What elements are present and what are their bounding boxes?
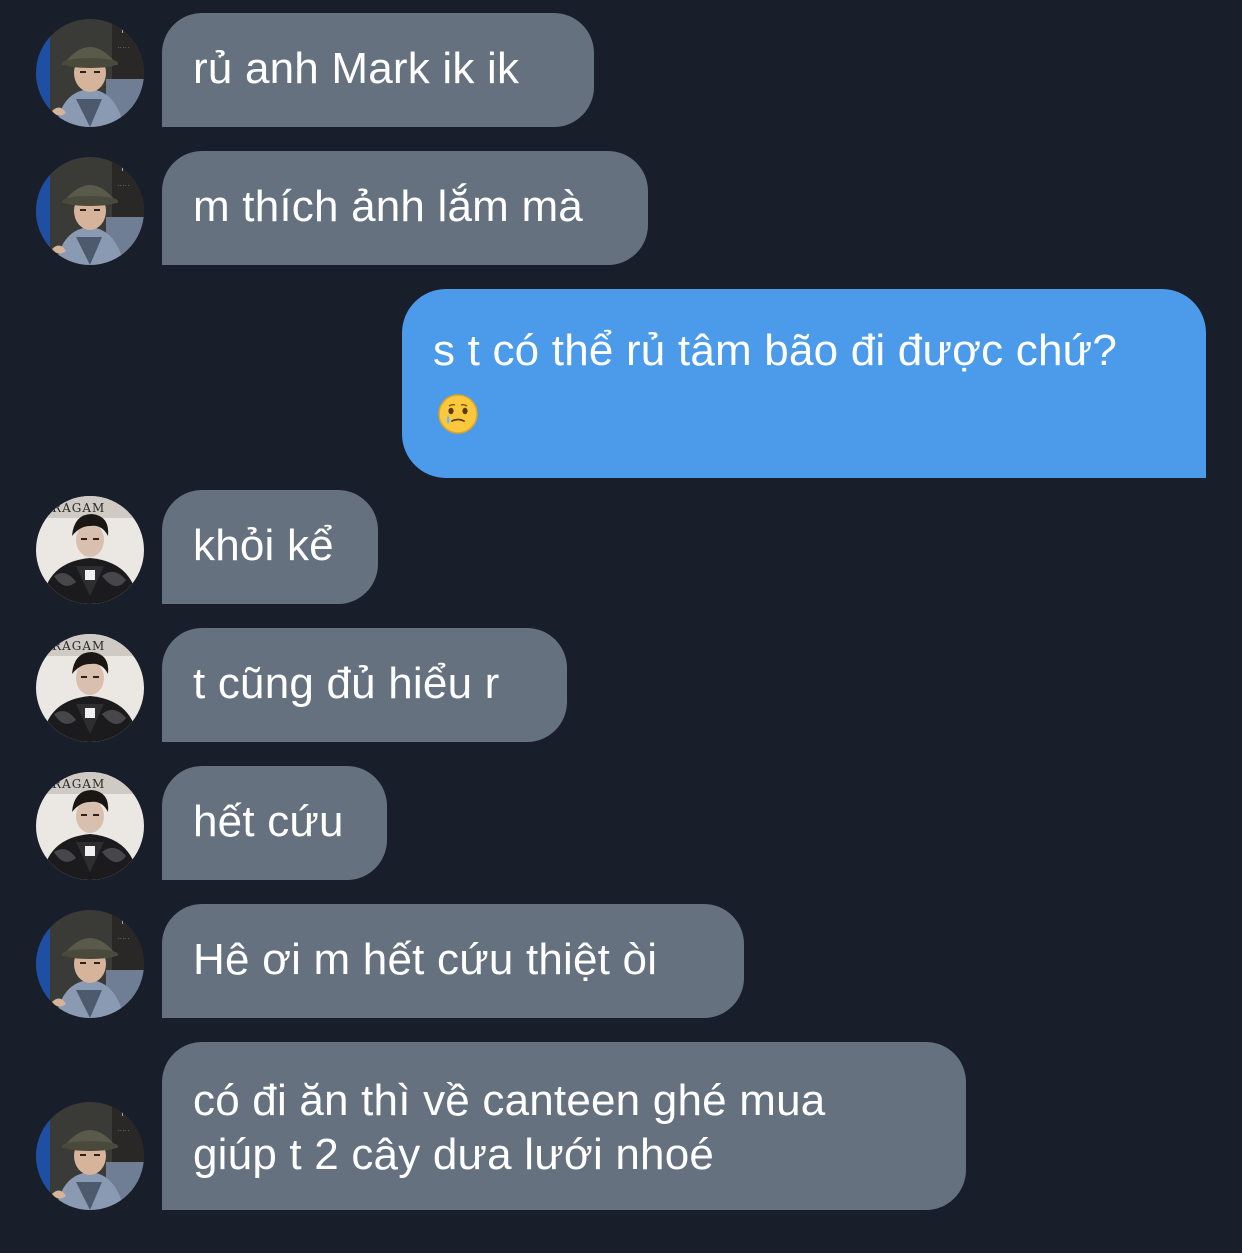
avatar-bucket-hat[interactable] [36,910,144,1018]
incoming-message-bubble[interactable]: hết cứu [162,766,387,880]
avatar-leather-jacket[interactable] [36,496,144,604]
incoming-message-bubble[interactable]: Hê ơi m hết cứu thiệt òi [162,904,744,1018]
incoming-message-bubble[interactable]: m thích ảnh lắm mà [162,151,648,265]
message-text: m thích ảnh lắm mà [193,182,583,231]
avatar-leather-jacket[interactable] [36,772,144,880]
message-text-line: có đi ăn thì về canteen ghé mua [193,1076,826,1125]
avatar-leather-jacket[interactable] [36,634,144,742]
avatar-bucket-hat[interactable] [36,1102,144,1210]
message-text: s t có thể rủ tâm bão đi được chứ? [433,326,1117,375]
incoming-message-bubble[interactable]: t cũng đủ hiểu r [162,628,567,742]
message-text: rủ anh Mark ik ik [193,44,520,93]
message-text: hết cứu [193,797,344,846]
chat-thread: rủ anh Mark ik ik m thích ảnh lắm mà s t… [0,0,1242,1253]
incoming-message-bubble[interactable]: khỏi kể [162,490,378,604]
message-text: khỏi kể [193,521,334,570]
message-text: t cũng đủ hiểu r [193,659,500,708]
message-text-line: giúp t 2 cây dưa lưới nhoé [193,1130,715,1179]
avatar-bucket-hat[interactable] [36,157,144,265]
incoming-message-bubble[interactable]: rủ anh Mark ik ik [162,13,594,127]
outgoing-message-bubble[interactable]: s t có thể rủ tâm bão đi được chứ? [402,289,1206,478]
face-holding-back-tears-emoji-icon [437,393,479,435]
avatar-bucket-hat[interactable] [36,19,144,127]
incoming-message-bubble[interactable]: có đi ăn thì về canteen ghé mua giúp t 2… [162,1042,966,1210]
message-text: Hê ơi m hết cứu thiệt òi [193,935,658,984]
